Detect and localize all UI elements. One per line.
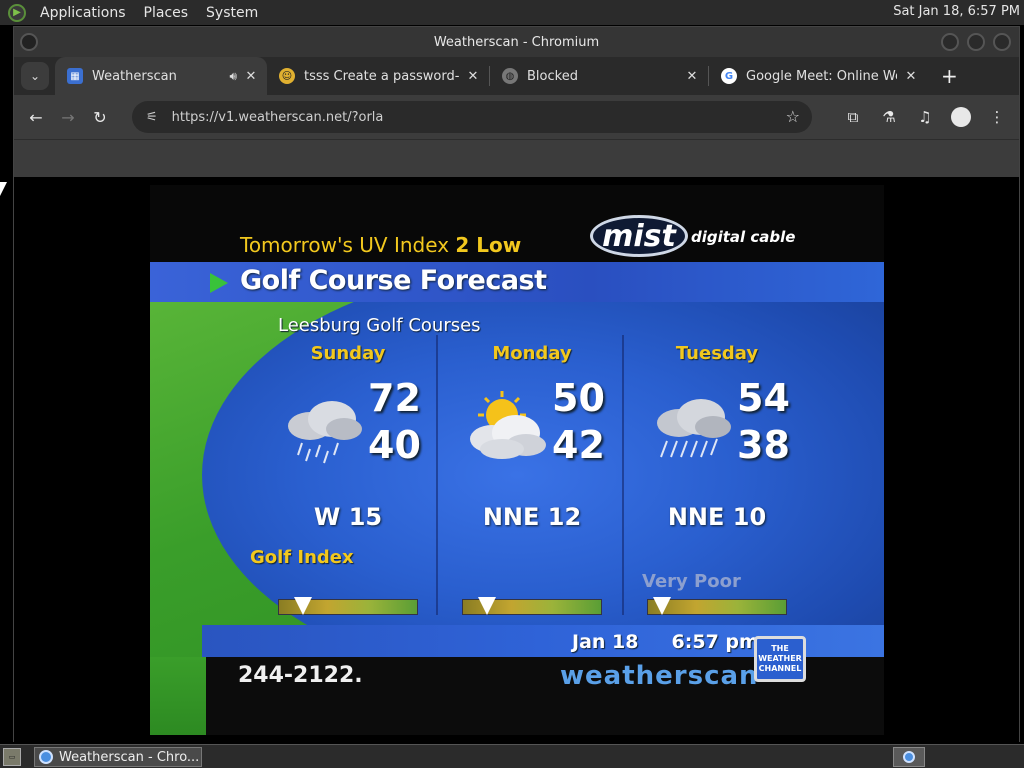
gauge-pointer <box>653 597 671 615</box>
tab-close-icon[interactable]: ✕ <box>465 69 481 84</box>
tab-search-chevron-icon[interactable]: ⌄ <box>21 62 49 90</box>
background-green-bottom <box>150 657 206 735</box>
golf-index-gauge-monday <box>462 597 602 615</box>
page-content: Tomorrow's UV Index 2 Low mist digital c… <box>14 177 1019 742</box>
tray-chromium-icon[interactable] <box>893 747 925 767</box>
tab-google-meet[interactable]: G Google Meet: Online Web ✕ <box>709 57 927 95</box>
golf-index-label: Golf Index <box>250 547 354 568</box>
mist-logo: mist <box>590 215 688 257</box>
cloud-rain-icon <box>288 401 362 464</box>
emoji-favicon-icon: ☺ <box>279 68 295 84</box>
tab-title: tsss Create a password-p <box>304 68 459 84</box>
top-panel: ▶ Applications Places System Sat Jan 18,… <box>0 0 1024 25</box>
location-title: Leesburg Golf Courses <box>278 315 481 336</box>
globe-favicon-icon: ◍ <box>502 68 518 84</box>
day-name: Monday <box>492 343 572 364</box>
tab-blocked[interactable]: ◍ Blocked ✕ <box>490 57 708 95</box>
google-favicon-icon: G <box>721 68 737 84</box>
tab-close-icon[interactable]: ✕ <box>243 69 259 84</box>
low-temp: 38 <box>737 423 790 467</box>
cloud-heavy-rain-icon <box>657 399 731 458</box>
new-tab-plus-icon[interactable]: + <box>941 64 958 88</box>
applications-menu[interactable]: Applications <box>36 5 130 21</box>
tab-title: Weatherscan <box>92 68 177 84</box>
column-divider <box>622 335 624 615</box>
low-temp: 40 <box>368 423 421 467</box>
uv-index-text: Tomorrow's UV Index 2 Low <box>240 233 522 257</box>
gauge-pointer <box>477 597 496 615</box>
golf-index-gauge-sunday <box>278 597 418 615</box>
phone-number: 244-2122. <box>238 663 363 688</box>
show-desktop-icon[interactable]: ▭ <box>3 748 21 766</box>
low-temp: 42 <box>552 423 605 467</box>
taskbar-item-label: Weatherscan - Chro... <box>59 749 200 765</box>
mouse-pointer-icon <box>0 182 7 196</box>
forecast-day-tuesday: Tuesday 54 38 NNE 10 <box>627 341 807 546</box>
reload-icon[interactable]: ↻ <box>84 101 116 133</box>
golf-index-gauge-tuesday <box>647 597 787 615</box>
mist-subtitle: digital cable <box>691 228 796 246</box>
audio-playing-icon[interactable]: 🔊︎ <box>229 69 237 84</box>
wind-text: W 15 <box>313 503 383 531</box>
maximize-button[interactable] <box>967 33 985 51</box>
weatherscan-display: Tomorrow's UV Index 2 Low mist digital c… <box>150 185 884 735</box>
wind-text: NNE 10 <box>667 503 767 531</box>
forecast-day-monday: Monday 50 42 NNE 12 <box>442 341 622 546</box>
minimize-button[interactable] <box>941 33 959 51</box>
browser-window: Weatherscan - Chromium ⌄ ▦ Weatherscan 🔊… <box>13 26 1020 742</box>
media-control-icon[interactable]: ♫ <box>909 101 941 133</box>
sun-cloud-icon <box>470 391 546 459</box>
extensions-puzzle-icon[interactable]: ⧉ <box>837 101 869 133</box>
forward-arrow-icon[interactable]: → <box>52 101 84 133</box>
address-bar[interactable]: ⚟ https://v1.weatherscan.net/?orla ☆ <box>132 101 812 133</box>
url-text[interactable]: https://v1.weatherscan.net/?orla <box>172 110 384 125</box>
weatherscan-logo: weatherscan <box>560 661 759 691</box>
forecast-day-sunday: Sunday 72 40 W 15 <box>258 341 438 546</box>
gauge-pointer <box>293 597 312 615</box>
close-window-button[interactable] <box>993 33 1011 51</box>
window-title: Weatherscan - Chromium <box>433 34 600 50</box>
date-time: Jan 18 6:57 pm <box>572 631 759 653</box>
tab-title: Google Meet: Online Web <box>746 68 897 84</box>
taskbar-item-chromium[interactable]: Weatherscan - Chro... <box>34 747 202 767</box>
golf-index-rating: Very Poor <box>642 571 741 592</box>
applications-logo-icon[interactable]: ▶ <box>8 3 26 22</box>
wind-text: NNE 12 <box>482 503 582 531</box>
browser-toolbar: ← → ↻ ⚟ https://v1.weatherscan.net/?orla… <box>14 95 1019 139</box>
window-menu-button[interactable] <box>20 33 38 51</box>
taskbar: ▭ Weatherscan - Chro... <box>0 744 1024 768</box>
chromium-icon <box>39 750 53 764</box>
tab-close-icon[interactable]: ✕ <box>903 69 919 84</box>
tab-close-icon[interactable]: ✕ <box>684 69 700 84</box>
tab-password[interactable]: ☺ tsss Create a password-p ✕ <box>267 57 489 95</box>
places-menu[interactable]: Places <box>140 5 193 21</box>
profile-avatar-icon[interactable] <box>945 101 977 133</box>
site-info-icon[interactable]: ⚟ <box>146 110 158 125</box>
section-title: Golf Course Forecast <box>240 265 547 296</box>
weather-channel-logo: THE WEATHER CHANNEL <box>754 636 806 682</box>
panel-clock[interactable]: Sat Jan 18, 6:57 PM <box>893 4 1020 19</box>
high-temp: 72 <box>368 376 421 420</box>
day-name: Tuesday <box>675 343 759 364</box>
play-triangle-icon <box>210 273 228 293</box>
menu-kebab-icon[interactable]: ⋮ <box>981 101 1013 133</box>
labs-flask-icon[interactable]: ⚗ <box>873 101 905 133</box>
high-temp: 54 <box>737 376 790 420</box>
tab-strip: ⌄ ▦ Weatherscan 🔊︎ ✕ ☺ tsss Create a pas… <box>14 57 1019 95</box>
bookmark-star-icon[interactable]: ☆ <box>786 107 800 126</box>
high-temp: 50 <box>552 376 605 420</box>
tab-title: Blocked <box>527 68 578 84</box>
day-name: Sunday <box>310 343 386 364</box>
system-menu[interactable]: System <box>202 5 262 21</box>
weatherscan-favicon-icon: ▦ <box>67 68 83 84</box>
window-titlebar[interactable]: Weatherscan - Chromium <box>14 27 1019 57</box>
back-arrow-icon[interactable]: ← <box>20 101 52 133</box>
tab-weatherscan[interactable]: ▦ Weatherscan 🔊︎ ✕ <box>55 57 267 95</box>
